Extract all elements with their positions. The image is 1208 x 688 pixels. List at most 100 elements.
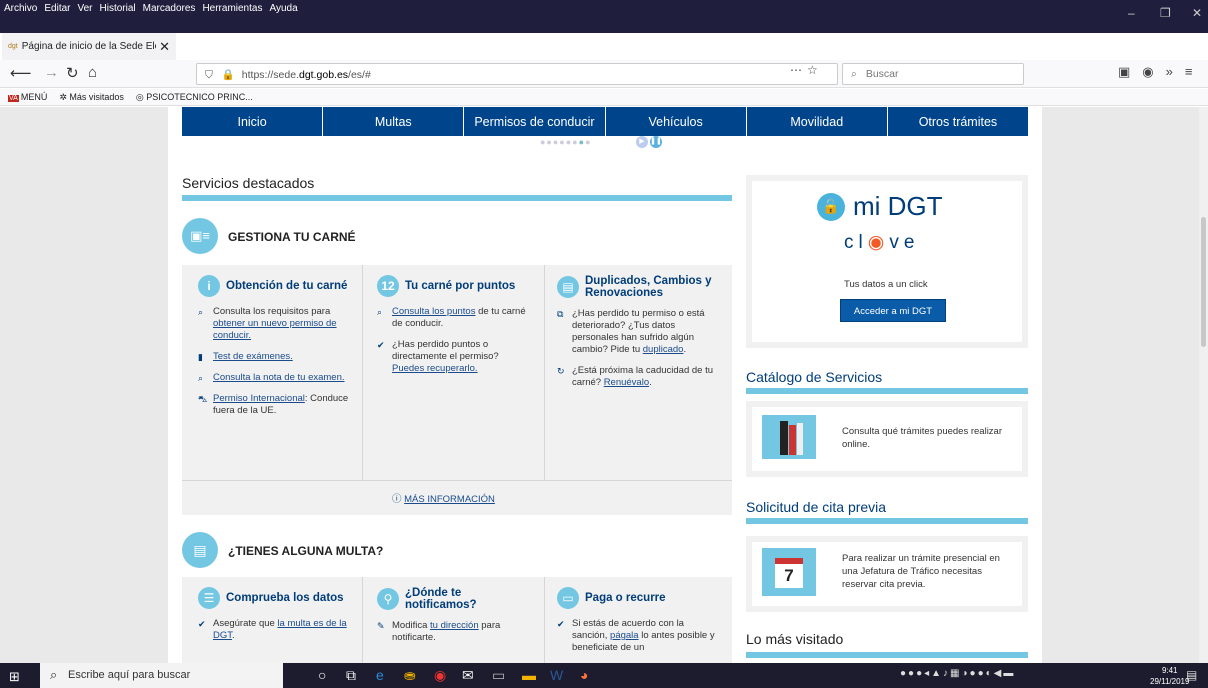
firefox-icon[interactable]: ◕: [580, 667, 588, 683]
chrome-icon[interactable]: ◉: [434, 667, 446, 684]
link-tu-direccion[interactable]: tu dirección: [430, 620, 479, 631]
calendar-day: 7: [775, 558, 803, 588]
nav-inicio[interactable]: Inicio: [182, 107, 324, 136]
midgt-tagline: Tus datos a un click: [844, 279, 928, 290]
task-view-icon[interactable]: ⧉: [346, 667, 356, 684]
menu-ayuda[interactable]: Ayuda: [269, 3, 297, 14]
mas-informacion-link[interactable]: ⓘ MÁS INFORMACIÓN: [392, 491, 495, 505]
comprueba-title: Comprueba los datos: [226, 592, 344, 604]
minimize-icon[interactable]: –: [1128, 6, 1135, 20]
link-permiso-internacional[interactable]: Permiso Internacional: [213, 393, 305, 404]
menu-editar[interactable]: Editar: [44, 3, 70, 14]
pause-icon[interactable]: ❚❚: [650, 136, 662, 148]
menu-marcadores[interactable]: Marcadores: [143, 3, 196, 14]
link-renuevalo[interactable]: Renuévalo: [604, 377, 649, 388]
gear-icon: ✲: [59, 92, 70, 102]
link-consulta-puntos[interactable]: Consulta los puntos: [392, 306, 475, 317]
edit-icon: ✎: [377, 621, 385, 631]
link-test-examenes[interactable]: Test de exámenes.: [213, 351, 293, 363]
toolbar-menu-icons[interactable]: ▣◉»≡: [1118, 64, 1204, 80]
link-duplicado[interactable]: duplicado: [643, 344, 684, 355]
link-nota-examen[interactable]: Consulta la nota de tu examen.: [213, 372, 345, 384]
paga-title: Paga o recurre: [585, 592, 666, 604]
page-actions-icon[interactable]: ⋯☆: [790, 63, 823, 77]
va-favicon-icon: VA: [8, 95, 19, 102]
nav-vehiculos[interactable]: Vehículos: [606, 107, 747, 136]
taskbar-search[interactable]: ⌕ Escribe aquí para buscar: [40, 663, 283, 688]
close-window-icon[interactable]: ✕: [1192, 6, 1202, 20]
scrollbar[interactable]: [1199, 107, 1208, 663]
reload-icon[interactable]: ↻: [66, 64, 79, 82]
catalogo-title: Catálogo de Servicios: [746, 369, 883, 385]
url-prefix: https://sede.: [241, 69, 299, 81]
shield-icon: ⛉: [205, 69, 213, 81]
file-explorer-icon[interactable]: ▬: [522, 667, 536, 683]
nav-otros[interactable]: Otros trámites: [888, 107, 1028, 136]
midgt-logo[interactable]: 🔓 mi DGT: [817, 191, 943, 222]
page-content: Inicio Multas Permisos de conducir Vehíc…: [168, 107, 1042, 663]
visitado-title: Lo más visitado: [746, 631, 844, 647]
close-tab-icon[interactable]: ✕: [159, 39, 170, 55]
cita-panel[interactable]: 7 Para realizar un trámite presencial en…: [746, 536, 1028, 612]
nav-movilidad[interactable]: Movilidad: [747, 107, 888, 136]
tab-title: Página de inicio de la Sede Ele: [21, 41, 157, 52]
notificamos-title: ¿Dónde te notificamos?: [405, 587, 477, 611]
bookmark-menu[interactable]: VA MENÚ: [8, 92, 47, 105]
menu-historial[interactable]: Historial: [100, 3, 136, 14]
nav-permisos[interactable]: Permisos de conducir: [464, 107, 606, 136]
nav-multas[interactable]: Multas: [323, 107, 465, 136]
edge-icon[interactable]: e: [376, 667, 384, 683]
restore-icon[interactable]: ❐: [1160, 6, 1171, 20]
lock-icon: 🔒: [221, 69, 235, 81]
search-icon: ⌕: [851, 68, 857, 80]
back-icon[interactable]: ⟵: [10, 64, 32, 82]
link-recuperarlo[interactable]: Puedes recuperarlo.: [392, 363, 478, 374]
computer-icon[interactable]: ▭: [492, 667, 505, 684]
points-icon: 12: [377, 275, 399, 297]
car-icon: ⛍: [198, 394, 208, 404]
forward-icon[interactable]: →: [44, 64, 59, 81]
acceder-midgt-button[interactable]: Acceder a mi DGT: [840, 299, 946, 322]
home-icon[interactable]: ⌂: [88, 64, 97, 81]
main-nav: Inicio Multas Permisos de conducir Vehíc…: [182, 107, 1028, 136]
menu-ver[interactable]: Ver: [77, 3, 92, 14]
store-icon[interactable]: ⛂: [404, 667, 416, 684]
bookmark-mas-visitados[interactable]: ✲ Más visitados: [59, 92, 124, 105]
duplicados-title: Duplicados, Cambios y Renovaciones: [585, 275, 712, 299]
clock[interactable]: 9:41 29/11/2019: [1150, 665, 1189, 687]
play-icon[interactable]: ▶: [636, 136, 648, 148]
mail-icon[interactable]: ✉: [462, 667, 474, 684]
catalogo-panel[interactable]: Consulta qué trámites puedes realizar on…: [746, 401, 1028, 477]
cortana-icon[interactable]: ○: [318, 667, 326, 683]
carne-col-puntos: 12 Tu carné por puntos ⌕ Consulta los punt…: [377, 275, 532, 375]
scrollbar-thumb[interactable]: [1201, 217, 1206, 347]
browser-tab[interactable]: dgt Página de inicio de la Sede Ele ✕: [2, 33, 176, 60]
clave-o-icon: ◉: [867, 232, 890, 253]
system-tray-icons[interactable]: ●●●◂▲♪▦◑●●◐◀▬: [900, 668, 1015, 679]
notifications-icon[interactable]: ▤: [1186, 668, 1197, 682]
document-icon: ▤: [557, 276, 579, 298]
url-domain: dgt.gob.es: [299, 69, 349, 81]
col-divider: [544, 265, 545, 480]
page-viewport: Inicio Multas Permisos de conducir Vehíc…: [0, 107, 1208, 663]
visitado-underline: [746, 652, 1028, 658]
search-input[interactable]: ⌕ Buscar: [842, 63, 1024, 85]
url-bar[interactable]: ⛉ 🔒 https://sede.dgt.gob.es/es/#: [196, 63, 838, 85]
link-pagala[interactable]: págala: [610, 630, 639, 641]
link-nuevo-permiso[interactable]: obtener un nuevo permiso de conducir.: [213, 318, 337, 341]
bookmark-psicotecnico[interactable]: ◎ PSICOTECNICO PRINC...: [136, 92, 253, 105]
carne-col-obtencion: i Obtención de tu carné ⌕ Consulta los req…: [198, 275, 358, 417]
windows-start-icon[interactable]: ⊞: [9, 669, 20, 685]
check-icon: ✔: [557, 619, 565, 629]
menu-herramientas[interactable]: Herramientas: [202, 3, 262, 14]
word-icon[interactable]: W: [550, 667, 563, 683]
cita-underline: [746, 518, 1028, 524]
menu-bar: Archivo Editar Ver Historial Marcadores …: [4, 3, 298, 14]
carne-col-duplicados: ▤ Duplicados, Cambios y Renovaciones ⧉ ¿Ha…: [557, 275, 717, 389]
payment-card-icon: ▭: [557, 587, 579, 609]
new-tab-icon[interactable]: +: [182, 35, 192, 55]
carousel-dots[interactable]: ●●●●●●●●: [540, 137, 592, 147]
search-placeholder: Buscar: [865, 68, 899, 80]
menu-archivo[interactable]: Archivo: [4, 3, 37, 14]
dgt-favicon-icon: dgt: [8, 43, 18, 50]
